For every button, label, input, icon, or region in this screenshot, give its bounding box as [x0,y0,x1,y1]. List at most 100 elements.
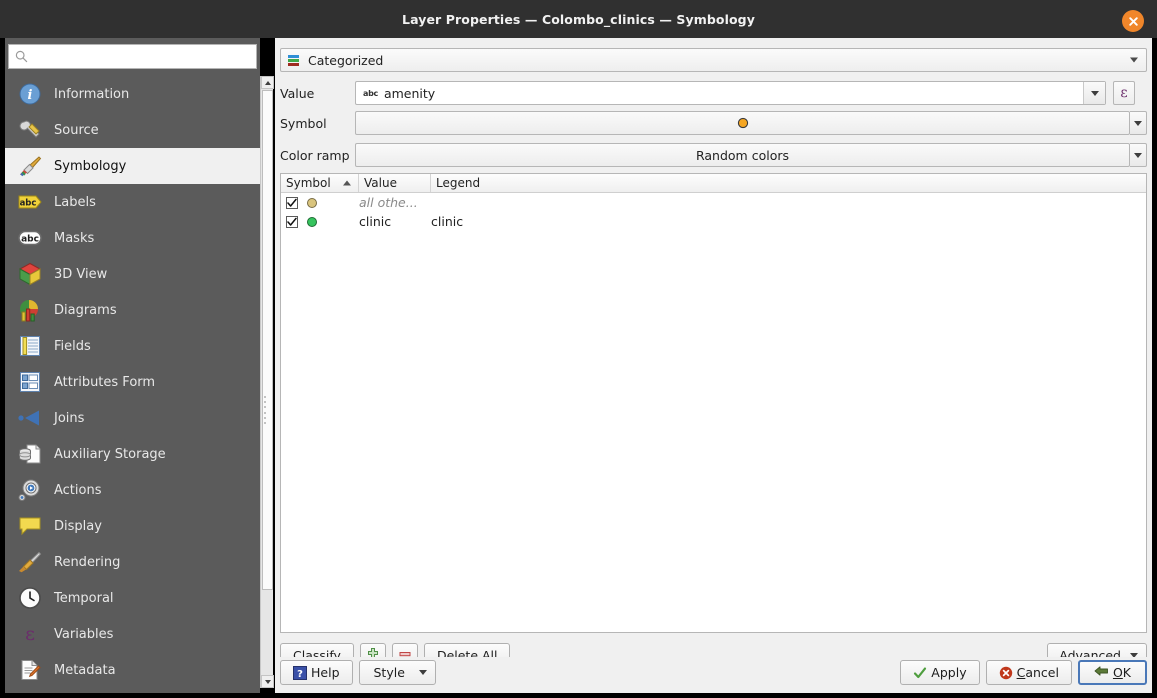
sidebar-scrollbar[interactable] [260,76,274,688]
fields-table-icon [17,333,43,359]
sidebar-item-label: Source [54,122,99,138]
sidebar-item-variables[interactable]: ε Variables [5,616,260,652]
category-symbol-swatch[interactable] [307,216,317,227]
sidebar-item-metadata[interactable]: Metadata [5,652,260,688]
search-icon [15,50,28,63]
categorized-icon [287,54,300,67]
paintbrush-icon [17,153,43,179]
scroll-up-icon[interactable] [261,76,274,89]
symbol-dropdown-icon[interactable] [1130,111,1147,135]
panel-splitter-handle[interactable] [262,396,268,424]
sidebar-item-label: Fields [54,338,91,354]
symbol-preview-button[interactable] [355,111,1130,135]
scrollbar-thumb[interactable] [262,90,273,590]
sidebar-item-information[interactable]: i Information [5,76,260,112]
ok-button[interactable]: OK [1077,660,1147,685]
row-checkbox[interactable] [286,196,298,209]
sidebar-item-3d-view[interactable]: 3D View [5,256,260,292]
sidebar-item-symbology[interactable]: Symbology [5,148,260,184]
legend-cell[interactable]: clinic [431,214,1146,229]
table-header: Symbol Value Legend [281,174,1146,193]
sidebar-item-label: Display [54,518,102,534]
value-row: Value abc amenity ε [280,81,1147,105]
category-symbol-swatch[interactable] [307,197,317,208]
symbol-cell [281,215,359,228]
sidebar-item-label: 3D View [54,266,108,282]
abc-text-field-icon: abc [363,88,378,98]
help-question-icon: ? [293,665,307,680]
cancel-button[interactable]: Cancel [985,660,1072,685]
sidebar-item-display[interactable]: Display [5,508,260,544]
table-row[interactable]: clinic clinic [281,212,1146,231]
symbol-label: Symbol [280,115,327,131]
value-field-dropdown-icon[interactable] [1083,82,1105,104]
sidebar-item-joins[interactable]: Joins [5,400,260,436]
column-header-value[interactable]: Value [359,174,431,192]
color-ramp-button[interactable]: Random colors [355,143,1130,167]
sidebar-item-masks[interactable]: abc Masks [5,220,260,256]
column-header-legend[interactable]: Legend [431,174,1146,192]
broom-icon [17,549,43,575]
chevron-down-icon [418,670,427,675]
help-button[interactable]: ? Help [280,660,353,685]
attributes-form-icon [17,369,43,395]
dialog-footer: ? Help Style Apply Cancel OK [275,657,1152,693]
document-pencil-icon [17,657,43,683]
svg-text:?: ? [297,669,303,680]
value-cell[interactable]: clinic [359,214,431,229]
value-field-combo[interactable]: abc amenity [355,81,1106,105]
sidebar-item-attributes-form[interactable]: Attributes Form [5,364,260,400]
categories-table: Symbol Value Legend all othe... clinic cli… [280,173,1147,633]
sidebar-item-temporal[interactable]: Temporal [5,580,260,616]
apply-label: Apply [931,665,967,680]
cancel-label: Cancel [1016,665,1059,680]
ok-arrow-icon [1094,665,1109,680]
value-field-text: amenity [383,85,436,101]
sidebar-item-label: Information [54,86,130,102]
sidebar-item-label: Temporal [54,590,114,606]
database-page-icon [17,441,43,467]
search-input[interactable] [28,49,256,64]
sidebar-item-label: Joins [54,410,85,426]
scroll-down-icon[interactable] [261,675,274,688]
expression-button[interactable]: ε [1113,81,1135,105]
cube-3d-icon [17,261,43,287]
row-checkbox[interactable] [286,215,298,228]
sidebar-item-label: Rendering [54,554,121,570]
renderer-type-combo[interactable]: Categorized [280,48,1147,72]
color-ramp-value: Random colors [695,147,790,163]
labels-abc-icon: abc [17,189,43,215]
gear-play-icon [17,477,43,503]
color-ramp-row: Color ramp Random colors [280,143,1147,167]
sidebar-item-auxiliary-storage[interactable]: Auxiliary Storage [5,436,260,472]
sidebar-item-label: Metadata [54,662,116,678]
sidebar-item-diagrams[interactable]: Diagrams [5,292,260,328]
checkmark-icon [913,666,927,680]
sidebar-item-actions[interactable]: Actions [5,472,260,508]
sidebar-item-rendering[interactable]: Rendering [5,544,260,580]
ok-label: OK [1112,665,1131,680]
sidebar-item-labels[interactable]: abc Labels [5,184,260,220]
color-ramp-dropdown-icon[interactable] [1130,143,1147,167]
close-icon[interactable] [1122,10,1144,32]
table-row[interactable]: all othe... [281,193,1146,212]
svg-text:ε: ε [25,623,35,645]
sidebar-item-label: Masks [54,230,95,246]
style-label: Style [373,665,405,680]
chevron-down-icon [1130,57,1138,63]
value-cell[interactable]: all othe... [359,195,431,210]
epsilon-icon: ε [17,621,43,647]
apply-button[interactable]: Apply [900,660,980,685]
search-box[interactable] [8,44,257,69]
cancel-x-icon [999,666,1013,680]
sidebar-item-fields[interactable]: Fields [5,328,260,364]
style-button[interactable]: Style [358,660,436,685]
column-header-symbol[interactable]: Symbol [281,174,359,192]
sidebar-item-label: Labels [54,194,96,210]
clock-icon [17,585,43,611]
speech-bubble-icon [17,513,43,539]
sidebar-item-source[interactable]: Source [5,112,260,148]
sort-ascending-icon [343,180,351,186]
sidebar-item-label: Symbology [54,158,127,174]
sidebar-item-label: Actions [54,482,102,498]
